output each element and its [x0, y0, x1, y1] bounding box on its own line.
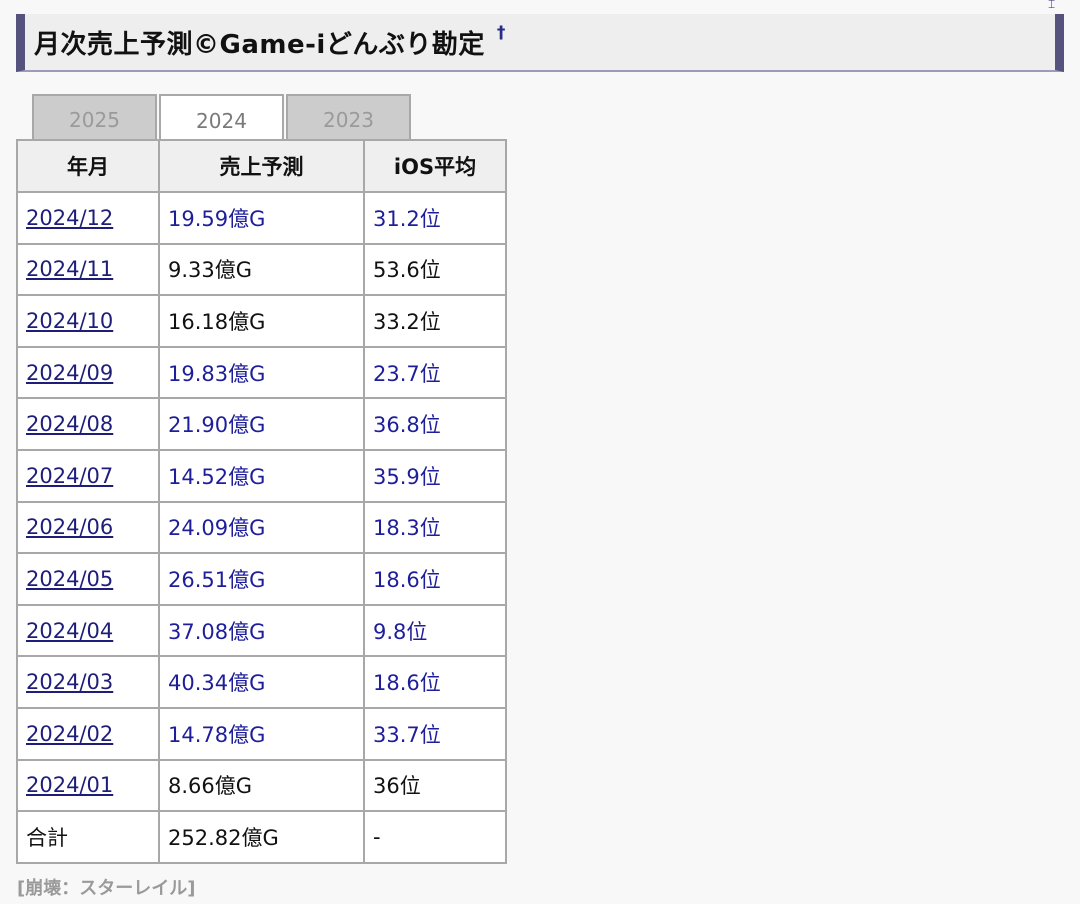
sales-forecast-cell: 19.59億G [158, 191, 365, 245]
header-sales-forecast: 売上予測 [158, 139, 365, 193]
month-cell: 2024/09 [16, 345, 160, 400]
sales-forecast-cell: 37.08億G [158, 603, 365, 658]
table-row: 2024/12 19.59億G 31.2位 [16, 191, 507, 245]
month-cell: 2024/11 [16, 242, 160, 297]
section-heading: 月次売上予測©Game-iどんぶり勘定 † [16, 14, 1064, 72]
tab-2025[interactable]: 2025 [32, 94, 157, 140]
month-cell: 2024/12 [16, 191, 160, 245]
sales-forecast-cell: 16.18億G [158, 294, 365, 348]
month-link[interactable]: 2024/03 [26, 670, 113, 694]
table-row: 2024/02 14.78億G 33.7位 [16, 706, 507, 761]
table-row: 2024/04 37.08億G 9.8位 [16, 603, 507, 658]
ios-average-cell: 53.6位 [363, 242, 507, 297]
ios-average-cell: 18.6位 [363, 655, 507, 709]
ios-average-cell: 23.7位 [363, 345, 507, 400]
table-row: 2024/07 14.52億G 35.9位 [16, 448, 507, 503]
page-title: 月次売上予測©Game-iどんぶり勘定 [34, 29, 485, 60]
ios-average-cell: 18.3位 [363, 500, 507, 555]
table-row: 2024/06 24.09億G 18.3位 [16, 500, 507, 555]
month-link[interactable]: 2024/02 [26, 722, 113, 746]
month-cell: 2024/08 [16, 397, 160, 451]
month-cell: 2024/07 [16, 448, 160, 503]
sales-forecast-table: 年月 売上予測 iOS平均 2024/12 19.59億G 31.2位 2024/11… [16, 139, 507, 864]
total-ios-cell: - [363, 810, 507, 864]
month-cell: 2024/10 [16, 294, 160, 348]
total-sales-cell: 252.82億G [158, 810, 365, 864]
month-link[interactable]: 2024/06 [26, 515, 113, 539]
month-cell: 2024/01 [16, 758, 160, 813]
month-link[interactable]: 2024/08 [26, 412, 113, 436]
total-label-cell: 合計 [16, 810, 160, 864]
page: ⌶ 月次売上予測©Game-iどんぶり勘定 † 2025 2024 2023 年… [0, 0, 1080, 904]
sales-forecast-cell: 9.33億G [158, 242, 365, 297]
table-row: 2024/11 9.33億G 53.6位 [16, 242, 507, 297]
month-link[interactable]: 2024/05 [26, 567, 113, 591]
table-row: 2024/03 40.34億G 18.6位 [16, 655, 507, 709]
month-link[interactable]: 2024/10 [26, 309, 113, 333]
table-header-row: 年月 売上予測 iOS平均 [16, 139, 507, 193]
month-cell: 2024/05 [16, 552, 160, 606]
header-ios-average: iOS平均 [363, 139, 507, 193]
sales-forecast-cell: 14.78億G [158, 706, 365, 761]
month-link[interactable]: 2024/11 [26, 257, 113, 281]
tab-2024[interactable]: 2024 [159, 94, 284, 141]
sales-forecast-cell: 21.90億G [158, 397, 365, 451]
table-row: 2024/01 8.66億G 36位 [16, 758, 507, 813]
table-row: 2024/08 21.90億G 36.8位 [16, 397, 507, 451]
ios-average-cell: 36.8位 [363, 397, 507, 451]
year-tabs: 2025 2024 2023 [32, 94, 413, 141]
table-total-row: 合計 252.82億G - [16, 810, 507, 864]
ios-average-cell: 36位 [363, 758, 507, 813]
month-link[interactable]: 2024/09 [26, 361, 113, 385]
sales-forecast-cell: 8.66億G [158, 758, 365, 813]
table-body: 2024/12 19.59億G 31.2位 2024/11 9.33億G 53.6位 202… [16, 191, 507, 864]
ios-average-cell: 31.2位 [363, 191, 507, 245]
month-link[interactable]: 2024/07 [26, 464, 113, 488]
month-link[interactable]: 2024/01 [26, 773, 113, 797]
table-row: 2024/10 16.18億G 33.2位 [16, 294, 507, 348]
table-row: 2024/09 19.83億G 23.7位 [16, 345, 507, 400]
edit-cursor-icon[interactable]: ⌶ [1048, 0, 1064, 12]
table-row: 2024/05 26.51億G 18.6位 [16, 552, 507, 606]
month-cell: 2024/02 [16, 706, 160, 761]
month-link[interactable]: 2024/12 [26, 206, 113, 230]
month-cell: 2024/04 [16, 603, 160, 658]
ios-average-cell: 33.2位 [363, 294, 507, 348]
ios-average-cell: 33.7位 [363, 706, 507, 761]
ios-average-cell: 18.6位 [363, 552, 507, 606]
tab-2023[interactable]: 2023 [286, 94, 411, 140]
sales-forecast-cell: 19.83億G [158, 345, 365, 400]
heading-anchor-link[interactable]: † [497, 23, 506, 43]
ios-average-cell: 9.8位 [363, 603, 507, 658]
sales-forecast-cell: 40.34億G [158, 655, 365, 709]
category-tag: [崩壊：スターレイル] [17, 878, 196, 899]
sales-forecast-cell: 26.51億G [158, 552, 365, 606]
sales-table-container: 年月 売上予測 iOS平均 2024/12 19.59億G 31.2位 2024/11… [16, 139, 507, 864]
ios-average-cell: 35.9位 [363, 448, 507, 503]
month-cell: 2024/03 [16, 655, 160, 709]
header-month: 年月 [16, 139, 160, 193]
sales-forecast-cell: 14.52億G [158, 448, 365, 503]
sales-forecast-cell: 24.09億G [158, 500, 365, 555]
month-link[interactable]: 2024/04 [26, 619, 113, 643]
month-cell: 2024/06 [16, 500, 160, 555]
